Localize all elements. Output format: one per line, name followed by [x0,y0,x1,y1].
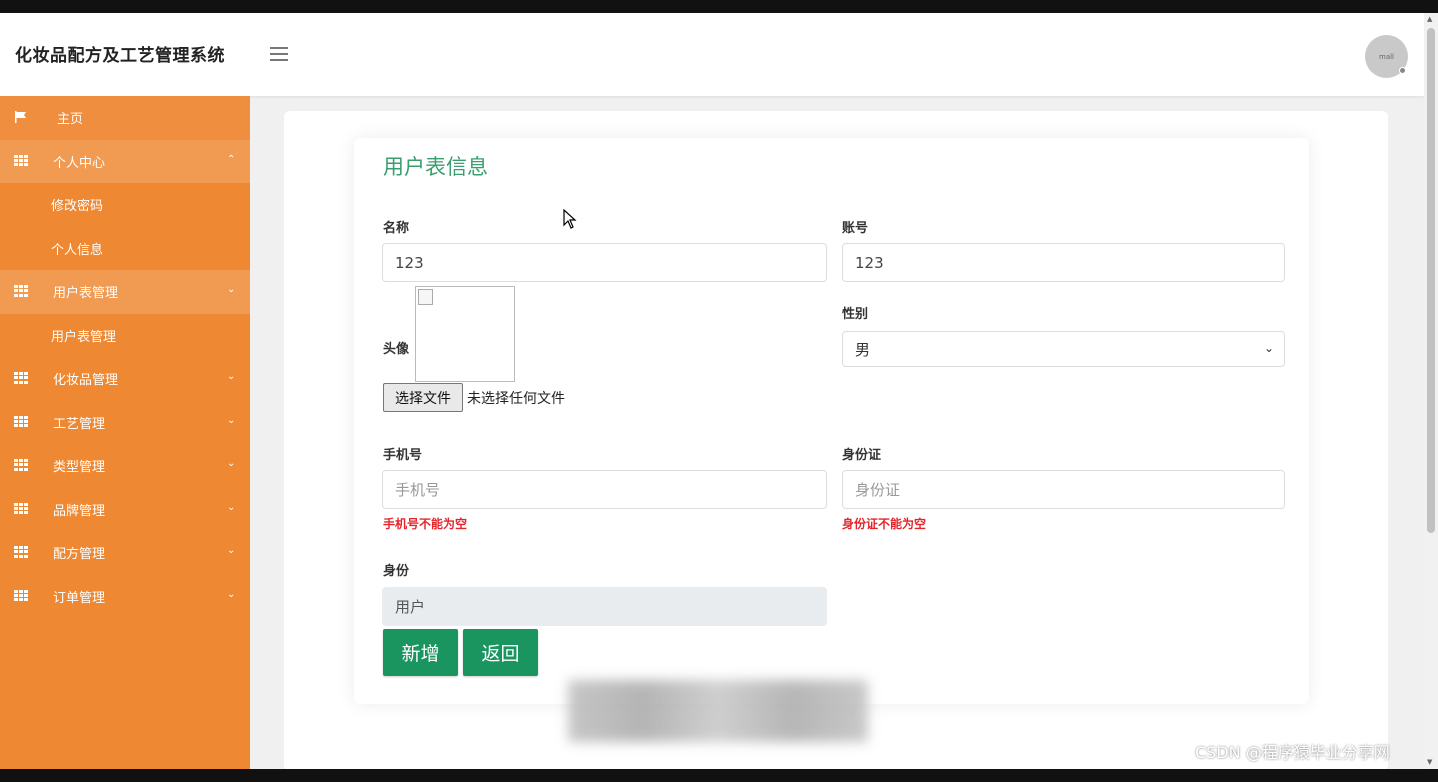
sidebar-item-label: 用户表管理 [53,286,119,302]
chevron-down-icon: ⌄ [227,588,236,600]
chevron-down-icon: ⌄ [227,501,236,513]
grid-icon [14,546,28,558]
grid-icon [14,415,28,428]
chevron-down-icon: ⌄ [227,458,236,469]
sidebar-subitem-change-password[interactable]: 修改密码 [0,183,250,227]
grid-icon [14,285,28,297]
avatar-preview-image [415,286,515,382]
mouse-cursor-icon [563,209,577,229]
menu-toggle-icon[interactable] [270,47,289,63]
sidebar-item-label: 工艺管理 [53,416,106,432]
sidebar-item-brand[interactable]: 品牌管理 ⌄ [0,488,250,532]
sidebar-item-process[interactable]: 工艺管理 ⌄ [0,401,250,445]
screen-top-bar [0,0,1438,13]
chevron-up-icon: ⌃ [227,153,236,165]
sidebar-item-label: 化妆品管理 [53,373,119,389]
chevron-down-icon: ⌄ [227,414,236,426]
sidebar: 主页 个人中心 ⌃ 修改密码 个人信息 用户表管理 ⌄ 用户表管理 化妆品管理 … [0,96,250,769]
file-status-text: 未选择任何文件 [467,391,565,407]
gender-select[interactable]: 男 ⌄ [842,331,1285,367]
sidebar-item-label: 品牌管理 [53,503,106,519]
add-button[interactable]: 新增 [383,629,458,676]
phone-input[interactable] [382,470,827,509]
broken-image-icon [418,289,433,305]
grid-icon [14,459,28,471]
sidebar-subitem-personal-info[interactable]: 个人信息 [0,227,250,271]
form-title: 用户表信息 [383,155,488,179]
flag-icon [15,111,26,123]
chevron-down-icon: ⌄ [227,284,236,295]
screen-bottom-bar [0,769,1438,782]
avatar-label: 头像 [383,342,410,357]
sidebar-item-label: 个人中心 [53,155,106,171]
header: 化妆品配方及工艺管理系统 mall [0,13,1424,96]
phone-error: 手机号不能为空 [383,517,468,531]
account-input[interactable] [842,243,1285,282]
scroll-up-icon[interactable]: ▲ [1427,15,1432,23]
blurred-region [568,680,868,742]
chevron-down-icon: ⌄ [227,545,236,556]
sidebar-item-label: 订单管理 [53,590,106,606]
name-label: 名称 [383,221,410,236]
grid-icon [14,589,28,602]
id-card-input[interactable] [842,470,1285,509]
watermark-text: CSDN @程序猿毕业分享网 [1195,743,1390,762]
id-card-error: 身份证不能为空 [842,517,927,531]
gender-selected-value: 男 [855,340,871,359]
sidebar-item-type[interactable]: 类型管理 ⌄ [0,444,250,488]
scrollbar-thumb[interactable] [1427,28,1435,533]
sidebar-item-label: 配方管理 [53,547,106,563]
name-input[interactable] [382,243,827,282]
account-label: 账号 [842,221,869,236]
page-scrollbar[interactable]: ▲ ▼ [1424,13,1438,769]
sidebar-item-formula[interactable]: 配方管理 ⌄ [0,531,250,575]
scroll-down-icon[interactable]: ▼ [1427,758,1432,766]
avatar-status-dot [1399,67,1406,74]
sidebar-item-personal-center[interactable]: 个人中心 ⌃ [0,139,250,183]
role-label: 身份 [383,564,410,579]
sidebar-subitem-user-table[interactable]: 用户表管理 [0,314,250,358]
phone-label: 手机号 [383,448,423,463]
chevron-down-icon: ⌄ [1263,341,1274,355]
role-input [382,587,827,626]
grid-icon [14,502,28,515]
sidebar-item-label: 主页 [57,112,84,128]
sidebar-item-cosmetics[interactable]: 化妆品管理 ⌄ [0,357,250,401]
sidebar-item-home[interactable]: 主页 [0,96,250,140]
grid-icon [14,372,28,384]
back-button[interactable]: 返回 [463,629,538,676]
choose-file-button[interactable]: 选择文件 [383,383,463,412]
chevron-down-icon: ⌄ [227,371,236,382]
sidebar-item-label: 类型管理 [53,460,106,476]
sidebar-item-user-table[interactable]: 用户表管理 ⌄ [0,270,250,314]
id-card-label: 身份证 [842,448,882,463]
grid-icon [14,154,28,167]
avatar-text: mall [1379,52,1394,61]
sidebar-item-orders[interactable]: 订单管理 ⌄ [0,575,250,619]
app-title: 化妆品配方及工艺管理系统 [15,46,225,66]
gender-label: 性别 [842,307,869,322]
